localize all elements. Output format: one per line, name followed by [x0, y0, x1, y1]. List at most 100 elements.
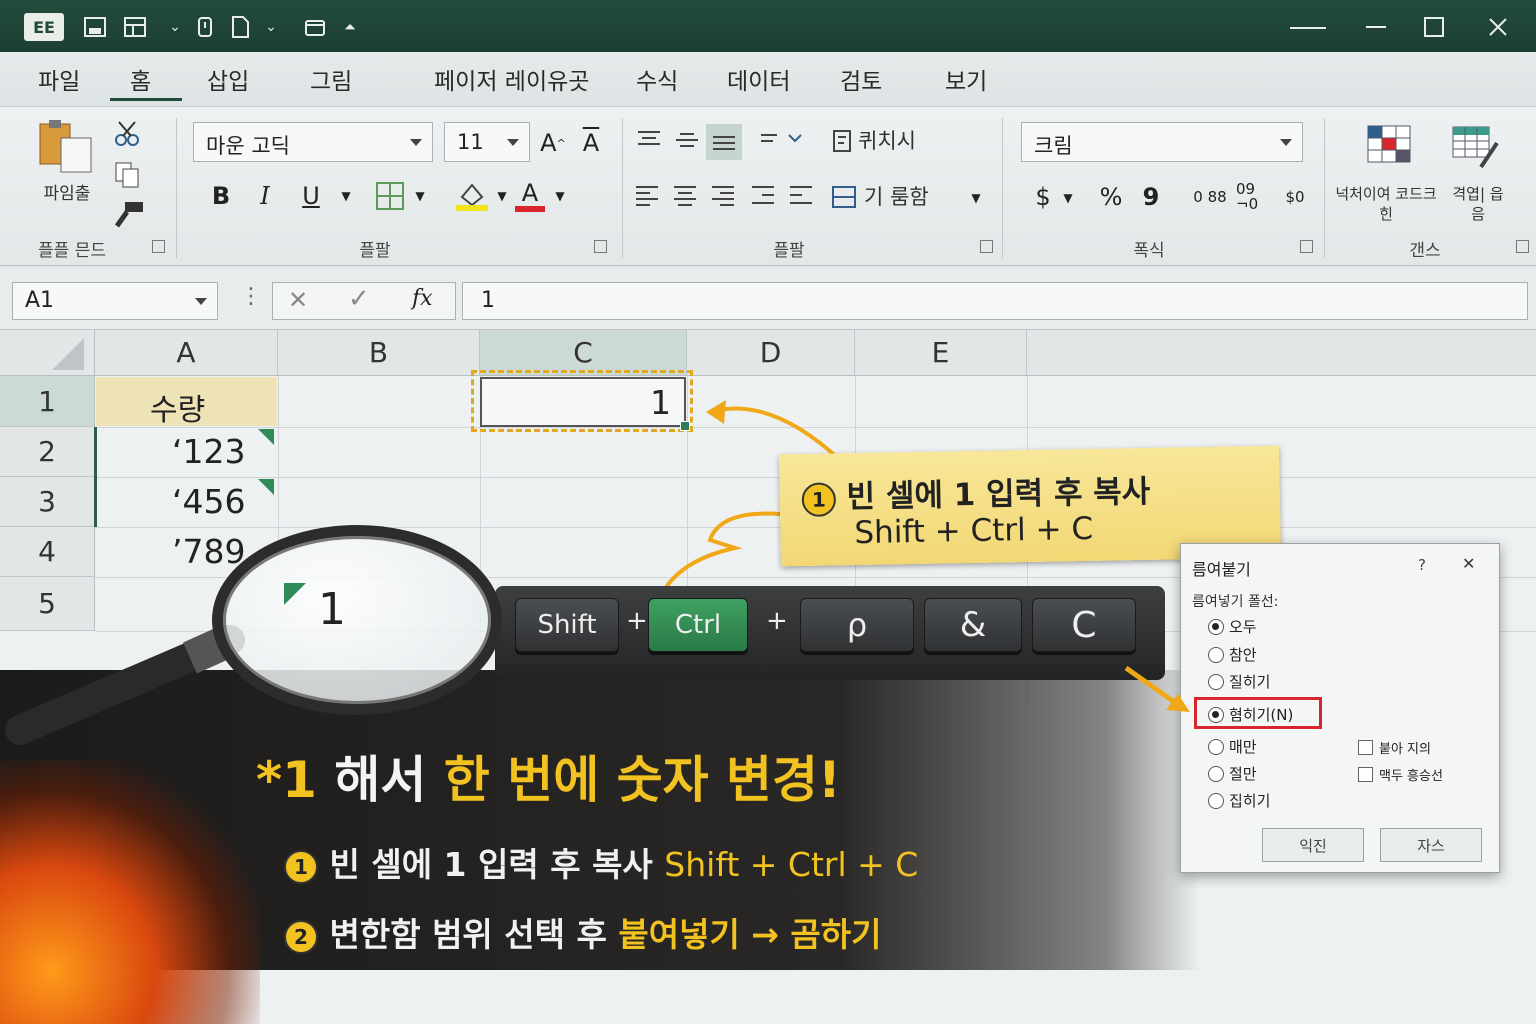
- skip-blanks-checkbox[interactable]: 붙아 지의: [1358, 738, 1431, 757]
- decimal-format-icon[interactable]: $0: [1280, 180, 1310, 214]
- wrap-text-icon[interactable]: [830, 126, 856, 156]
- decrease-indent-icon[interactable]: [748, 180, 778, 210]
- cancel-button[interactable]: 자스: [1380, 828, 1482, 862]
- increase-decimal-button[interactable]: 0 88: [1190, 180, 1230, 214]
- tab-page-layout[interactable]: 페이저 레이유곳: [434, 62, 589, 96]
- paste-icon[interactable]: [36, 116, 96, 176]
- fill-color-icon[interactable]: [452, 178, 492, 214]
- option-all[interactable]: 오두: [1208, 616, 1257, 637]
- dialog-launcher-icon[interactable]: [1300, 240, 1313, 253]
- option-multiply[interactable]: 혐히기(N): [1208, 704, 1293, 725]
- conditional-format-icon[interactable]: [1364, 122, 1414, 166]
- chevron-down-icon[interactable]: ⌄: [262, 10, 280, 44]
- ok-button[interactable]: 익진: [1262, 828, 1364, 862]
- tab-file[interactable]: 파일: [38, 62, 80, 96]
- chevron-down-icon[interactable]: ⌄: [166, 10, 184, 44]
- orientation-icon[interactable]: [756, 124, 806, 154]
- column-header-a[interactable]: A: [95, 330, 278, 376]
- italic-button[interactable]: I: [248, 178, 282, 214]
- tab-draw[interactable]: 그림: [310, 62, 352, 96]
- grow-font-button[interactable]: A ^: [538, 126, 568, 160]
- customize-quick-access-icon[interactable]: ⏶: [338, 10, 362, 44]
- merge-center-label[interactable]: 기 룸함: [864, 184, 964, 210]
- touch-icon[interactable]: [192, 10, 218, 44]
- tab-view[interactable]: 보기: [945, 62, 987, 96]
- close-button[interactable]: [1468, 6, 1528, 48]
- font-family-combo[interactable]: 마운 고딕: [193, 122, 433, 162]
- cell-a3[interactable]: ‘456: [172, 482, 245, 521]
- currency-button[interactable]: $: [1030, 180, 1056, 214]
- merge-center-icon[interactable]: [830, 182, 858, 212]
- tab-data[interactable]: 데이터: [727, 62, 790, 96]
- maximize-button[interactable]: [1404, 6, 1464, 48]
- insert-function-icon[interactable]: fx: [412, 286, 433, 311]
- window-icon[interactable]: [302, 10, 328, 44]
- borders-icon[interactable]: [372, 178, 408, 214]
- column-header-d[interactable]: D: [687, 330, 855, 376]
- cell-a2[interactable]: ‘123: [172, 432, 245, 471]
- format-painter-icon[interactable]: [112, 200, 146, 230]
- cell-a1[interactable]: 수량: [150, 385, 205, 429]
- tab-formulas[interactable]: 수식: [636, 62, 678, 96]
- confirm-entry-icon[interactable]: ✓: [348, 284, 370, 314]
- dialog-launcher-icon[interactable]: [594, 240, 607, 253]
- paste-label[interactable]: 파임출: [30, 184, 104, 204]
- cancel-entry-icon[interactable]: ✕: [288, 286, 308, 314]
- decrease-decimal-button[interactable]: 09 ¬0: [1236, 180, 1276, 214]
- format-table-label[interactable]: 격엽| 읍음: [1446, 184, 1510, 224]
- align-right-icon[interactable]: [708, 180, 738, 210]
- align-center-icon[interactable]: [670, 180, 700, 210]
- align-left-icon[interactable]: [632, 180, 662, 210]
- minimize-button[interactable]: [1278, 6, 1338, 48]
- dialog-launcher-icon[interactable]: [980, 240, 993, 253]
- font-size-combo[interactable]: 11: [444, 122, 530, 162]
- number-format-combo[interactable]: 크림: [1021, 122, 1303, 162]
- chevron-down-icon[interactable]: ▼: [550, 186, 570, 206]
- column-header-e[interactable]: E: [855, 330, 1027, 376]
- tab-review[interactable]: 검토: [840, 62, 882, 96]
- bold-button[interactable]: B: [204, 178, 238, 214]
- align-top-icon[interactable]: [634, 124, 664, 154]
- copy-icon[interactable]: [112, 160, 142, 190]
- chevron-down-icon[interactable]: ▼: [1058, 188, 1078, 208]
- option-7[interactable]: 집히기: [1208, 790, 1270, 811]
- tab-insert[interactable]: 삽입: [207, 62, 249, 96]
- wrap-text-label[interactable]: 퀴치시: [858, 128, 958, 154]
- chevron-down-icon[interactable]: ▼: [966, 188, 986, 208]
- dialog-launcher-icon[interactable]: [1516, 240, 1529, 253]
- dialog-launcher-icon[interactable]: [152, 240, 165, 253]
- font-color-button[interactable]: A: [512, 176, 548, 216]
- name-box[interactable]: A1: [12, 282, 218, 320]
- underline-button[interactable]: U: [294, 178, 328, 214]
- checkbox-label: 붙아 지의: [1379, 742, 1431, 757]
- row-header-2[interactable]: 2: [0, 427, 95, 477]
- row-header-1[interactable]: 1: [0, 376, 95, 427]
- option-6[interactable]: 절만: [1208, 763, 1257, 784]
- document-icon[interactable]: [226, 10, 254, 44]
- chevron-down-icon[interactable]: ▼: [336, 186, 356, 206]
- close-icon[interactable]: ✕: [1462, 554, 1475, 573]
- percent-button[interactable]: %: [1096, 180, 1126, 214]
- comma-style-button[interactable]: 9: [1138, 180, 1164, 214]
- column-header-b[interactable]: B: [278, 330, 480, 376]
- option-2[interactable]: 참안: [1208, 644, 1257, 665]
- tab-home[interactable]: 홈: [130, 62, 151, 96]
- shrink-font-button[interactable]: A: [576, 126, 606, 160]
- transpose-checkbox[interactable]: 맥두 흥승선: [1358, 765, 1443, 784]
- option-5[interactable]: 매만: [1208, 736, 1257, 757]
- conditional-format-label[interactable]: 넉처이여 코드크힌: [1334, 184, 1438, 224]
- option-3[interactable]: 질히기: [1208, 671, 1270, 692]
- format-table-icon[interactable]: [1450, 122, 1502, 172]
- table-icon[interactable]: [120, 10, 150, 44]
- align-middle-icon[interactable]: [672, 124, 702, 154]
- increase-indent-icon[interactable]: [786, 180, 816, 210]
- select-all-button[interactable]: [0, 330, 95, 376]
- restore-icon[interactable]: [1346, 6, 1406, 48]
- help-icon[interactable]: ?: [1418, 556, 1426, 574]
- formula-input[interactable]: 1: [462, 282, 1528, 320]
- cut-icon[interactable]: [112, 118, 142, 148]
- chevron-down-icon[interactable]: ▼: [410, 186, 430, 206]
- save-icon[interactable]: [80, 10, 110, 44]
- align-bottom-icon[interactable]: [706, 124, 742, 160]
- chevron-down-icon[interactable]: ▼: [492, 186, 512, 206]
